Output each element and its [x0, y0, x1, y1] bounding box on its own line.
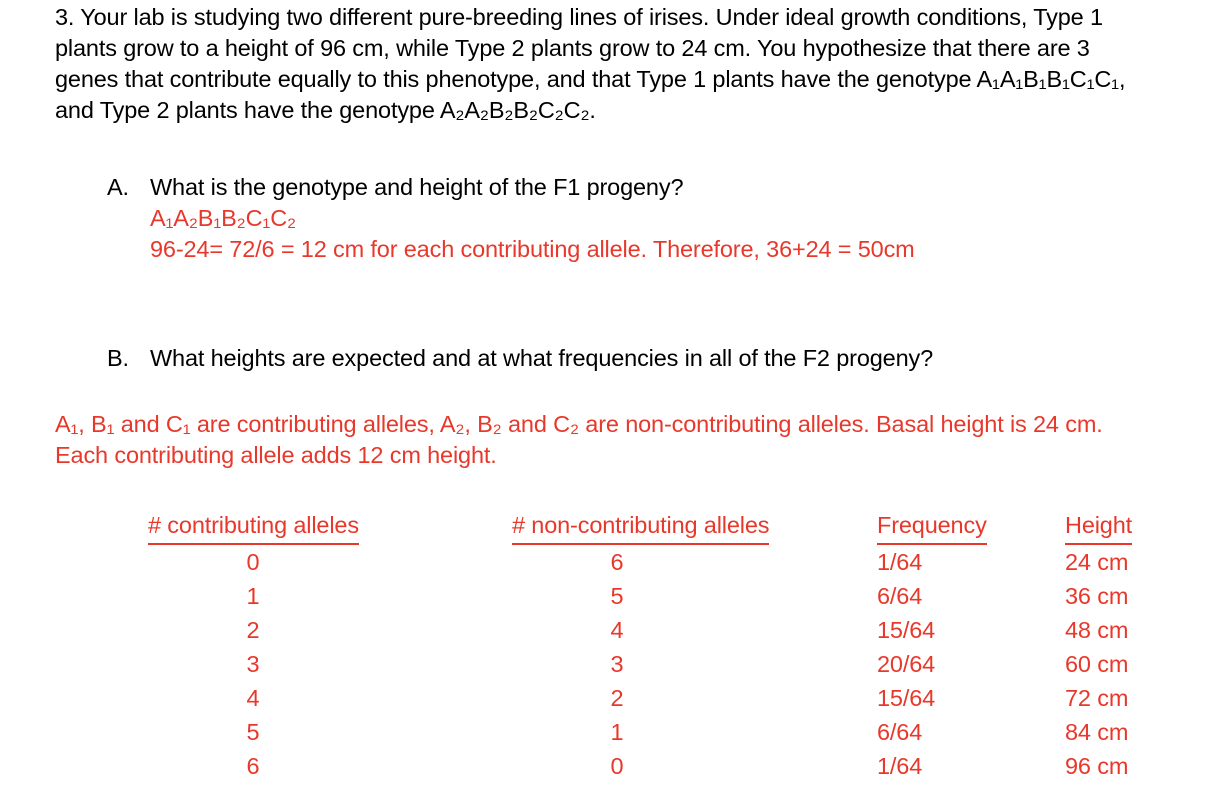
cell-non-contributing-alleles: 0	[610, 753, 624, 779]
explanation-line-1: A₁, B₁ and C₁ are contributing alleles, …	[55, 411, 1103, 437]
cell-height: 72 cm	[1065, 685, 1129, 711]
question-part-b: B. What heights are expected and at what …	[107, 343, 1214, 374]
cell-height: 96 cm	[1065, 753, 1129, 779]
table-row: 1 5 6/64 36 cm	[148, 579, 1185, 613]
cell-non-contributing-alleles: 3	[610, 651, 624, 677]
table-row: 4 2 15/64 72 cm	[148, 681, 1185, 715]
table-header-contributing-alleles: # contributing alleles	[148, 508, 512, 545]
part-a-letter: A.	[107, 174, 129, 200]
worksheet-page: 3. Your lab is studying two different pu…	[0, 0, 1214, 812]
cell-frequency: 6/64	[877, 583, 923, 609]
cell-contributing-alleles: 2	[246, 617, 260, 643]
answer-explanation: A₁, B₁ and C₁ are contributing alleles, …	[55, 409, 1214, 471]
part-b-heading: B. What heights are expected and at what …	[107, 343, 1214, 374]
explanation-line-2: Each contributing allele adds 12 cm heig…	[55, 442, 497, 468]
question-part-a: A. What is the genotype and height of the…	[107, 172, 1214, 265]
question-stem-line-1: 3. Your lab is studying two different pu…	[55, 4, 1103, 30]
cell-frequency: 6/64	[877, 719, 923, 745]
cell-contributing-alleles: 6	[246, 753, 260, 779]
table-header-non-contributing-alleles: # non-contributing alleles	[512, 508, 877, 545]
cell-frequency: 15/64	[877, 685, 936, 711]
table-body: 0 6 1/64 24 cm 1 5 6/64 36 cm 2 4 15/64 …	[148, 545, 1185, 783]
part-a-heading: A. What is the genotype and height of the…	[107, 172, 1214, 203]
cell-frequency: 1/64	[877, 549, 923, 575]
cell-height: 24 cm	[1065, 549, 1129, 575]
cell-non-contributing-alleles: 5	[610, 583, 624, 609]
f2-results-table: # contributing alleles # non-contributin…	[148, 508, 1185, 783]
cell-frequency: 20/64	[877, 651, 936, 677]
cell-height: 48 cm	[1065, 617, 1129, 643]
question-stem: 3. Your lab is studying two different pu…	[55, 2, 1214, 126]
cell-contributing-alleles: 5	[246, 719, 260, 745]
table-header-row: # contributing alleles # non-contributin…	[148, 508, 1185, 545]
cell-frequency: 1/64	[877, 753, 923, 779]
part-b-prompt: What heights are expected and at what fr…	[150, 345, 934, 371]
part-a-answer-line-2: 96-24= 72/6 = 12 cm for each contributin…	[150, 236, 915, 262]
question-stem-line-2: plants grow to a height of 96 cm, while …	[55, 35, 1090, 61]
table-row: 6 0 1/64 96 cm	[148, 749, 1185, 783]
question-stem-line-4: and Type 2 plants have the genotype A₂A₂…	[55, 97, 596, 123]
part-a-answer-line-1: A₁A₂B₁B₂C₁C₂	[150, 205, 296, 231]
part-b-letter: B.	[107, 345, 129, 371]
question-stem-line-3: genes that contribute equally to this ph…	[55, 66, 1126, 92]
cell-non-contributing-alleles: 6	[610, 549, 624, 575]
cell-non-contributing-alleles: 1	[610, 719, 624, 745]
table-row: 3 3 20/64 60 cm	[148, 647, 1185, 681]
cell-contributing-alleles: 0	[246, 549, 260, 575]
cell-height: 36 cm	[1065, 583, 1129, 609]
cell-height: 84 cm	[1065, 719, 1129, 745]
cell-frequency: 15/64	[877, 617, 936, 643]
table-row: 2 4 15/64 48 cm	[148, 613, 1185, 647]
cell-non-contributing-alleles: 4	[610, 617, 624, 643]
cell-contributing-alleles: 4	[246, 685, 260, 711]
cell-contributing-alleles: 1	[246, 583, 260, 609]
part-a-prompt: What is the genotype and height of the F…	[150, 174, 684, 200]
table-header-height: Height	[1065, 508, 1185, 545]
table-header-frequency: Frequency	[877, 508, 1065, 545]
cell-height: 60 cm	[1065, 651, 1129, 677]
table-row: 0 6 1/64 24 cm	[148, 545, 1185, 579]
cell-non-contributing-alleles: 2	[610, 685, 624, 711]
table-row: 5 1 6/64 84 cm	[148, 715, 1185, 749]
cell-contributing-alleles: 3	[246, 651, 260, 677]
